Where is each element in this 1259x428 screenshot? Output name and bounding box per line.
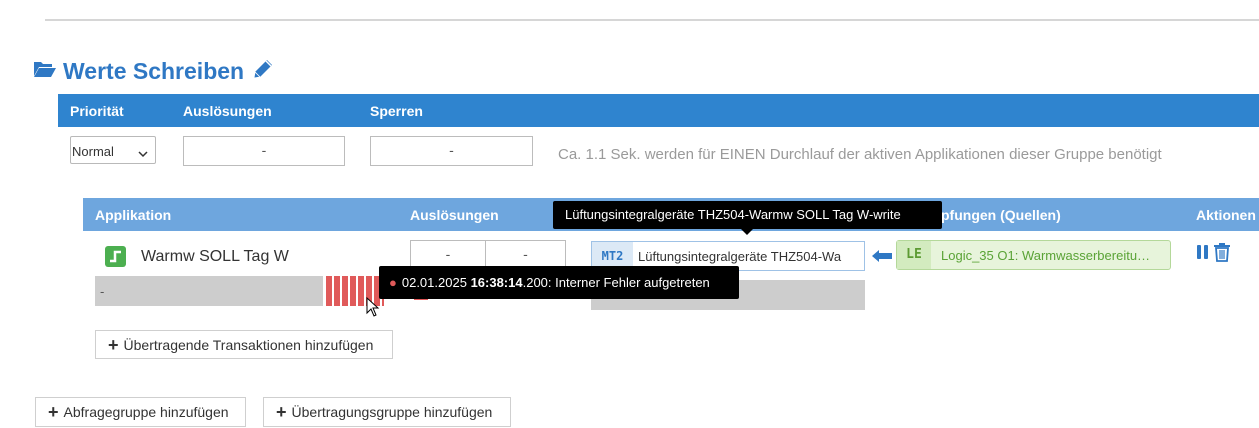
sperren-field[interactable]: - [370, 136, 533, 166]
error-dot-icon: ● [389, 275, 397, 290]
add-query-group-button[interactable]: + Abfragegruppe hinzufügen [35, 397, 246, 427]
runtime-hint: Ca. 1.1 Sek. werden für EINEN Durchlauf … [558, 146, 1162, 163]
error-time: 16:38:14 [470, 275, 523, 290]
pause-icon[interactable] [1196, 244, 1209, 265]
arrow-left-icon [871, 249, 893, 268]
plus-icon: + [108, 334, 119, 355]
source-name: Logic_35 O1: Warmwasserbereitu… [941, 248, 1151, 263]
header-applikation: Applikation [95, 207, 172, 223]
application-name[interactable]: Warmw SOLL Tag W [141, 248, 289, 266]
target-name: Lüftungsintegralgeräte THZ504-Wa [638, 249, 842, 264]
add-transactions-label: Übertragende Transaktionen hinzufügen [123, 336, 374, 353]
section-title: Werte Schreiben [63, 57, 245, 84]
plus-icon: + [48, 402, 59, 422]
top-divider [45, 19, 1259, 21]
source-badge: LE [897, 241, 931, 269]
add-transfer-group-label: Übertragungsgruppe hinzufügen [291, 404, 493, 420]
add-transactions-button[interactable]: + Übertragende Transaktionen hinzufügen [95, 330, 393, 359]
trash-icon[interactable] [1213, 242, 1231, 267]
app-status-bar [95, 276, 323, 306]
logic-app-icon [105, 246, 126, 267]
add-query-group-label: Abfragegruppe hinzufügen [63, 404, 229, 420]
header-ausloesungen: Auslösungen [183, 103, 272, 119]
pencil-icon[interactable] [250, 56, 276, 87]
error-message: .200: Interner Fehler aufgetreten [522, 275, 710, 290]
priority-select[interactable]: Normal [70, 136, 156, 164]
add-transfer-group-button[interactable]: + Übertragungsgruppe hinzufügen [263, 397, 511, 427]
ausloesungen-field[interactable]: - [183, 136, 345, 166]
priority-select-value: Normal [72, 144, 114, 159]
target-tooltip: Lüftungsintegralgeräte THZ504-Warmw SOLL… [553, 201, 942, 235]
header-sperren: Sperren [370, 103, 423, 119]
header-verknuepfungen: pfungen (Quellen) [941, 207, 1061, 223]
app-status-text: - [100, 284, 105, 299]
mouse-cursor-icon [366, 296, 380, 322]
error-tooltip: ● 02.01.2025 16:38:14.200: Interner Fehle… [379, 266, 739, 299]
header-prioritaet: Priorität [70, 103, 124, 119]
chevron-down-icon [138, 146, 148, 161]
folder-open-icon [33, 59, 57, 84]
error-date: 02.01.2025 [401, 275, 467, 290]
group-header-bar: Priorität Auslösungen Sperren [58, 94, 1259, 127]
header-app-ausloesungen: Auslösungen [410, 207, 499, 223]
section-header: Werte Schreiben [33, 55, 276, 87]
header-aktionen: Aktionen [1196, 207, 1256, 223]
source-logic[interactable]: LE Logic_35 O1: Warmwasserbereitu… [896, 240, 1171, 270]
plus-icon: + [276, 402, 287, 422]
